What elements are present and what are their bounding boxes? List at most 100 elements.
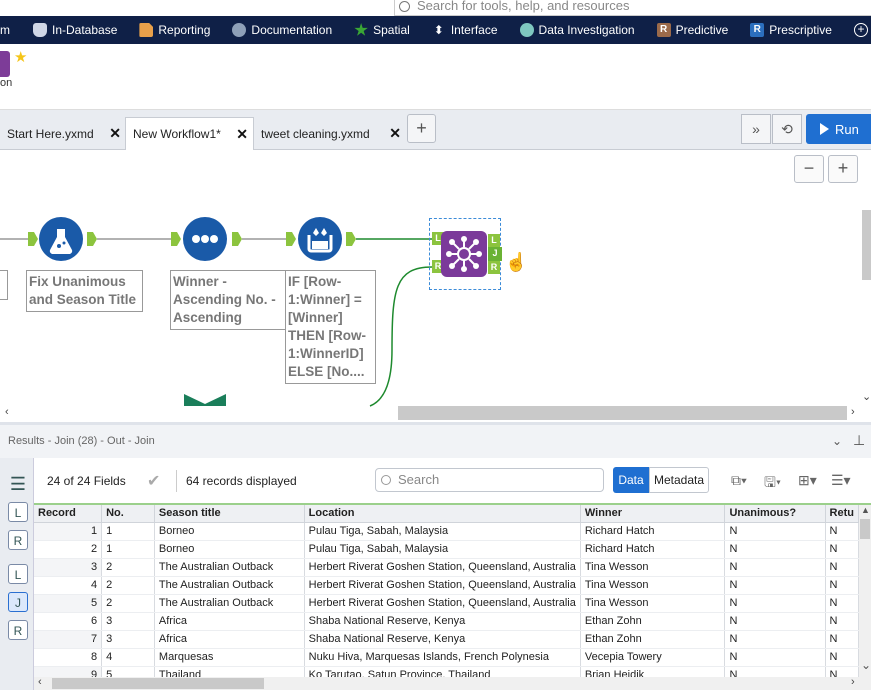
multi-row-formula-label[interactable]: IF [Row-1:Winner] = [Winner] THEN [Row-1… xyxy=(285,270,376,384)
table-cell[interactable]: The Australian Outback xyxy=(154,576,305,595)
table-cell[interactable]: N xyxy=(825,558,859,577)
table-cell[interactable]: N xyxy=(825,522,859,541)
table-cell[interactable]: 7 xyxy=(34,630,103,649)
canvas-horizontal-scrollbar[interactable] xyxy=(398,406,847,420)
table-cell[interactable]: N xyxy=(825,630,859,649)
category-documentation[interactable]: Documentation xyxy=(221,16,343,44)
column-header[interactable]: No. xyxy=(101,505,155,523)
table-cell[interactable]: Brian Heidik xyxy=(580,666,726,677)
table-cell[interactable]: 4 xyxy=(34,576,103,595)
table-cell[interactable]: Ko Tarutao, Satun Province, Thailand xyxy=(304,666,581,677)
column-header[interactable]: Season title xyxy=(154,505,305,523)
chevron-down-icon[interactable]: ⌄ xyxy=(832,434,842,448)
table-row[interactable]: 3 2 The Australian Outback Herbert Riverat … xyxy=(34,558,859,577)
table-cell[interactable]: 2 xyxy=(101,594,155,613)
category-interface[interactable]: ⬍ Interface xyxy=(421,16,509,44)
table-cell[interactable]: Richard Hatch xyxy=(580,540,726,559)
palette-tool-icon[interactable] xyxy=(0,51,10,77)
workflow-canvas[interactable]: − + s Fix Unanimous and Season Title Win… xyxy=(0,150,871,422)
table-cell[interactable]: Pulau Tiga, Sabah, Malaysia xyxy=(304,540,581,559)
table-row[interactable]: 2 1 Borneo Pulau Tiga, Sabah, Malaysia Richa… xyxy=(34,540,859,559)
join-anchor-icon[interactable]: J xyxy=(8,592,28,612)
category-predictive[interactable]: R Predictive xyxy=(646,16,740,44)
category-spatial[interactable]: Spatial xyxy=(343,16,421,44)
table-cell[interactable]: N xyxy=(825,612,859,631)
table-cell[interactable]: Ethan Zohn xyxy=(580,612,726,631)
left-output-icon[interactable]: L xyxy=(8,502,28,522)
table-cell[interactable]: Africa xyxy=(154,630,305,649)
table-cell[interactable]: 1 xyxy=(101,522,155,541)
table-cell[interactable]: 2 xyxy=(34,540,103,559)
check-icon[interactable]: ✔ xyxy=(147,471,160,491)
table-cell[interactable]: 1 xyxy=(34,522,103,541)
sort-tool-label[interactable]: Winner - Ascending No. - Ascending xyxy=(170,270,286,330)
table-cell[interactable]: 2 xyxy=(101,558,155,577)
table-cell[interactable]: Borneo xyxy=(154,540,305,559)
column-header[interactable]: Record xyxy=(34,505,103,523)
partial-tool-node[interactable] xyxy=(184,392,226,422)
grid-horizontal-scrollbar[interactable]: ‹ › xyxy=(34,676,871,690)
table-cell[interactable]: Thailand xyxy=(154,666,305,677)
table-cell[interactable]: Herbert Riverat Goshen Station, Queensla… xyxy=(304,594,581,613)
table-cell[interactable]: 9 xyxy=(34,666,103,677)
list-view-icon[interactable]: ☰ xyxy=(8,474,28,494)
fields-selector[interactable]: 24 of 24 Fields xyxy=(47,474,126,488)
table-cell[interactable]: The Australian Outback xyxy=(154,558,305,577)
table-cell[interactable]: Herbert Riverat Goshen Station, Queensla… xyxy=(304,576,581,595)
tab-tweet-cleaning[interactable]: tweet cleaning.yxmd ✕ xyxy=(254,117,406,150)
scroll-thumb[interactable] xyxy=(52,678,264,689)
table-cell[interactable]: N xyxy=(724,648,826,667)
table-cell[interactable]: N xyxy=(724,594,826,613)
table-cell[interactable]: Nuku Hiva, Marquesas Islands, French Pol… xyxy=(304,648,581,667)
table-cell[interactable]: Ethan Zohn xyxy=(580,630,726,649)
save-icon[interactable]: 🖫▾ xyxy=(764,472,781,496)
column-header[interactable]: Unanimous? xyxy=(724,505,826,523)
scroll-down-icon[interactable]: ⌄ xyxy=(861,658,871,672)
table-cell[interactable]: N xyxy=(825,576,859,595)
table-row[interactable]: 4 2 The Australian Outback Herbert Riverat … xyxy=(34,576,859,595)
data-view-button[interactable]: Data xyxy=(613,467,649,493)
multi-row-formula-node[interactable] xyxy=(298,217,342,261)
sort-tool-node[interactable] xyxy=(183,217,227,261)
table-cell[interactable]: Tina Wesson xyxy=(580,558,726,577)
table-cell[interactable]: The Australian Outback xyxy=(154,594,305,613)
table-cell[interactable]: 5 xyxy=(101,666,155,677)
results-search-input[interactable]: Search xyxy=(375,468,604,492)
history-button[interactable]: ⟲ xyxy=(772,114,802,144)
table-cell[interactable]: Borneo xyxy=(154,522,305,541)
column-header[interactable]: Winner xyxy=(580,505,726,523)
join-output-left-anchor[interactable]: L xyxy=(488,234,500,247)
column-header[interactable]: Retu xyxy=(825,505,859,523)
tab-new-workflow[interactable]: New Workflow1* ✕ xyxy=(125,117,254,150)
category-partial[interactable]: m xyxy=(0,16,22,44)
add-column-icon[interactable]: ⊞▾ xyxy=(798,472,817,489)
global-search-bar[interactable]: Search for tools, help, and resources xyxy=(394,0,871,16)
table-cell[interactable]: Herbert Riverat Goshen Station, Queensla… xyxy=(304,558,581,577)
run-button[interactable]: Run xyxy=(806,114,871,144)
close-icon[interactable]: ✕ xyxy=(389,125,401,142)
category-prescriptive[interactable]: R Prescriptive xyxy=(739,16,843,44)
table-cell[interactable]: Marquesas xyxy=(154,648,305,667)
table-cell[interactable]: 1 xyxy=(101,540,155,559)
table-cell[interactable]: Africa xyxy=(154,612,305,631)
table-cell[interactable]: 5 xyxy=(34,594,103,613)
copy-icon[interactable]: ⧉▾ xyxy=(731,472,747,489)
expand-button[interactable]: » xyxy=(741,114,771,144)
table-cell[interactable]: N xyxy=(724,612,826,631)
table-cell[interactable]: 8 xyxy=(34,648,103,667)
table-row[interactable]: 6 3 Africa Shaba National Reserve, Kenya Eth… xyxy=(34,612,859,631)
scroll-down-icon[interactable]: ⌄ xyxy=(862,390,871,403)
favorite-star-icon[interactable]: ★ xyxy=(14,48,27,66)
join-output-right-anchor[interactable]: R xyxy=(488,261,500,274)
table-cell[interactable]: N xyxy=(724,630,826,649)
table-cell[interactable]: Pulau Tiga, Sabah, Malaysia xyxy=(304,522,581,541)
tab-start-here[interactable]: Start Here.yxmd ✕ xyxy=(0,117,126,150)
formula-tool-label[interactable]: Fix Unanimous and Season Title xyxy=(26,270,143,312)
table-cell[interactable]: N xyxy=(825,648,859,667)
category-reporting[interactable]: Reporting xyxy=(128,16,221,44)
table-cell[interactable]: N xyxy=(825,540,859,559)
table-cell[interactable]: N xyxy=(724,522,826,541)
table-row[interactable]: 8 4 Marquesas Nuku Hiva, Marquesas Islands,… xyxy=(34,648,859,667)
partial-node-label[interactable]: s xyxy=(0,270,8,300)
scroll-right-icon[interactable]: › xyxy=(851,676,855,688)
